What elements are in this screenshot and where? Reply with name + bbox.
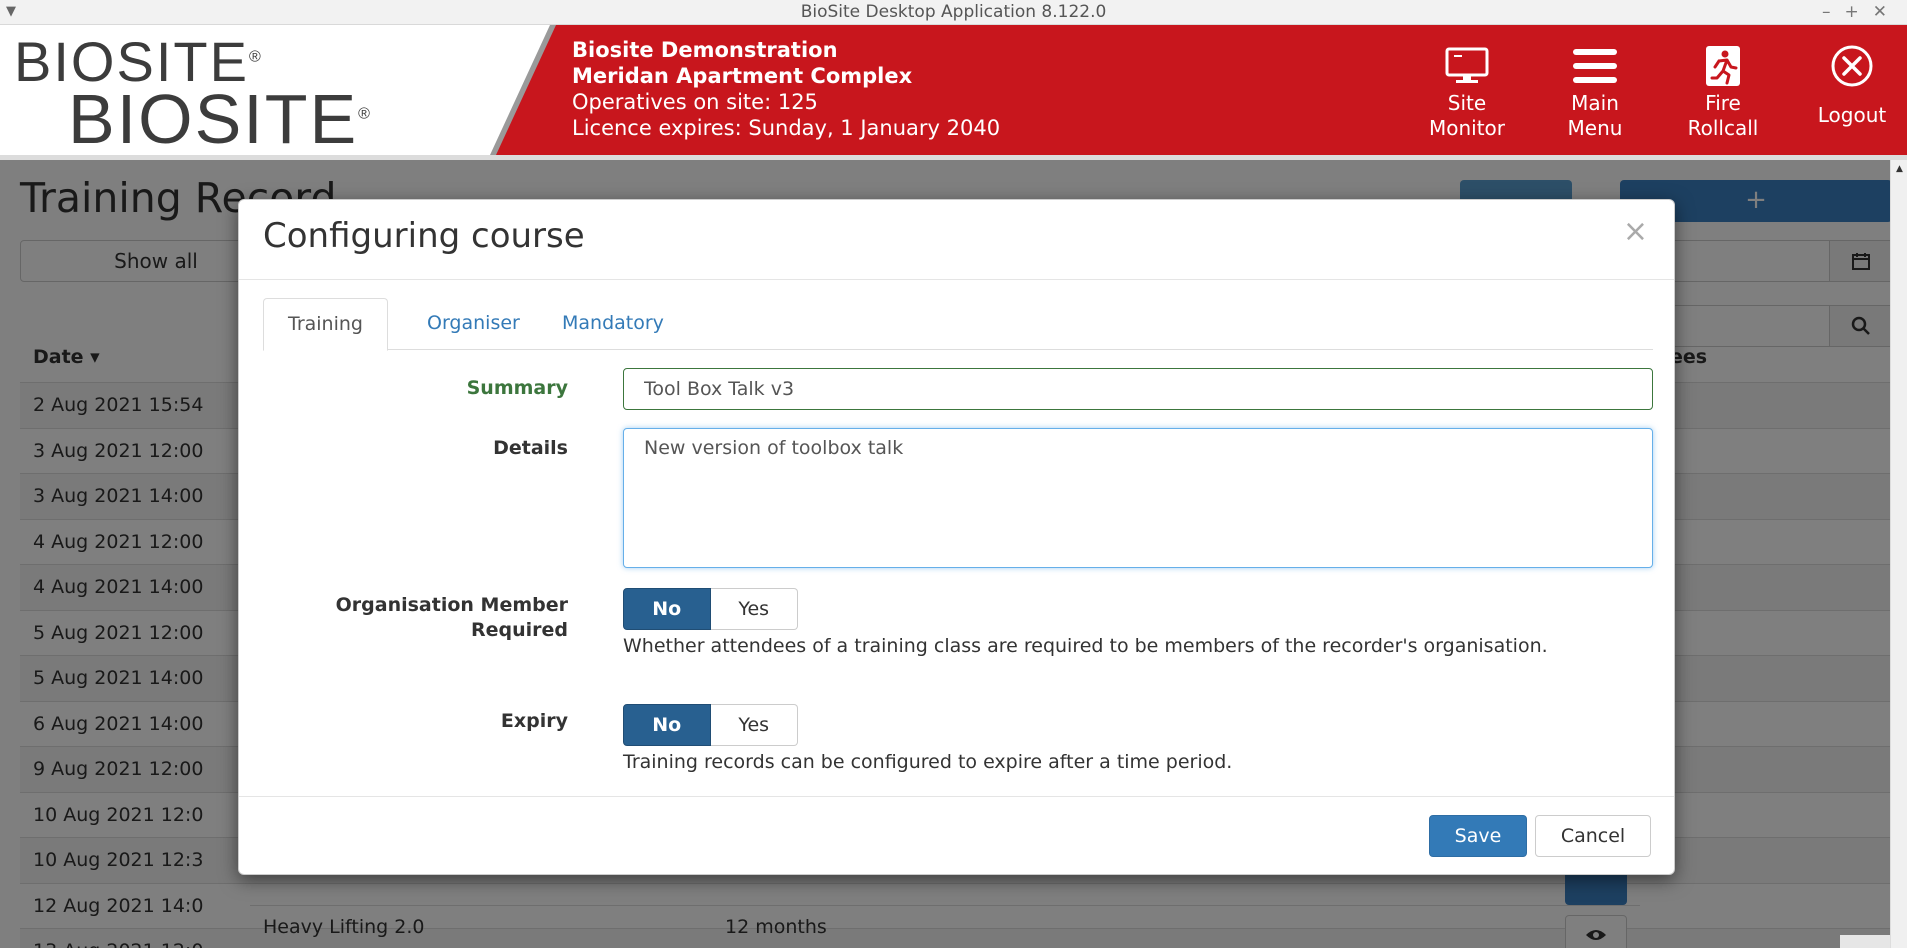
configure-course-dialog: Configuring course × Training Organiser …	[238, 199, 1675, 875]
org-member-toggle: No Yes	[623, 588, 798, 630]
logo-text-large: BIOSITE®	[68, 80, 372, 155]
close-window-icon[interactable]: ✕	[1873, 2, 1901, 22]
window-titlebar: ▼ BioSite Desktop Application 8.122.0 –+…	[0, 0, 1907, 25]
resize-grip	[1840, 935, 1890, 948]
logout-button[interactable]: Logout	[1797, 43, 1907, 128]
tab-mandatory[interactable]: Mandatory	[538, 298, 688, 350]
details-label: Details	[493, 437, 568, 459]
summary-input[interactable]	[623, 368, 1653, 410]
window-controls[interactable]: –+✕	[1822, 0, 1901, 24]
cancel-button[interactable]: Cancel	[1535, 815, 1651, 857]
project-name: Meridan Apartment Complex	[572, 64, 913, 88]
monitor-icon	[1412, 43, 1522, 89]
expiry-no-button[interactable]: No	[623, 704, 711, 746]
tab-training[interactable]: Training	[263, 298, 388, 351]
scroll-up-icon[interactable]: ▲	[1891, 164, 1907, 174]
tab-organiser[interactable]: Organiser	[403, 298, 544, 350]
site-info: Biosite Demonstration Meridan Apartment …	[572, 37, 1000, 141]
expiry-label: Expiry	[500, 710, 568, 732]
licence-expiry: Licence expires: Sunday, 1 January 2040	[572, 116, 1001, 140]
hamburger-icon	[1540, 43, 1650, 89]
app-header: BIOSITE® BIOSITE® Biosite Demonstration …	[0, 25, 1907, 155]
main-menu-button[interactable]: Main Menu	[1540, 43, 1650, 141]
fire-rollcall-button[interactable]: Fire Rollcall	[1668, 43, 1778, 141]
modal-footer: Save Cancel	[239, 796, 1674, 876]
org-member-help: Whether attendees of a training class ar…	[623, 635, 1548, 657]
modal-header: Configuring course ×	[239, 200, 1674, 280]
maximize-icon[interactable]: +	[1845, 2, 1873, 22]
site-monitor-button[interactable]: Site Monitor	[1412, 43, 1522, 141]
close-circle-icon	[1797, 43, 1907, 89]
window-title: BioSite Desktop Application 8.122.0	[800, 2, 1107, 22]
expiry-help: Training records can be configured to ex…	[623, 751, 1233, 773]
org-member-no-button[interactable]: No	[623, 588, 711, 630]
course-tabs: Training Organiser Mandatory	[263, 298, 1653, 351]
page-scrollbar[interactable]: ▲	[1890, 160, 1907, 948]
minimize-icon[interactable]: –	[1822, 2, 1845, 22]
org-member-yes-button[interactable]: Yes	[710, 588, 798, 630]
summary-label: Summary	[466, 377, 568, 399]
expiry-yes-button[interactable]: Yes	[710, 704, 798, 746]
logo-panel: BIOSITE® BIOSITE®	[0, 25, 550, 155]
close-icon[interactable]: ×	[1623, 214, 1648, 249]
fire-exit-icon	[1668, 43, 1778, 89]
org-member-label: Organisation Member Required	[335, 594, 568, 641]
window-menu-icon[interactable]: ▼	[6, 0, 16, 24]
details-textarea[interactable]: New version of toolbox talk	[623, 428, 1653, 568]
site-name: Biosite Demonstration	[572, 38, 838, 62]
expiry-toggle: No Yes	[623, 704, 798, 746]
modal-title: Configuring course	[263, 216, 585, 256]
operatives-count: Operatives on site: 125	[572, 90, 818, 114]
save-button[interactable]: Save	[1429, 815, 1527, 857]
